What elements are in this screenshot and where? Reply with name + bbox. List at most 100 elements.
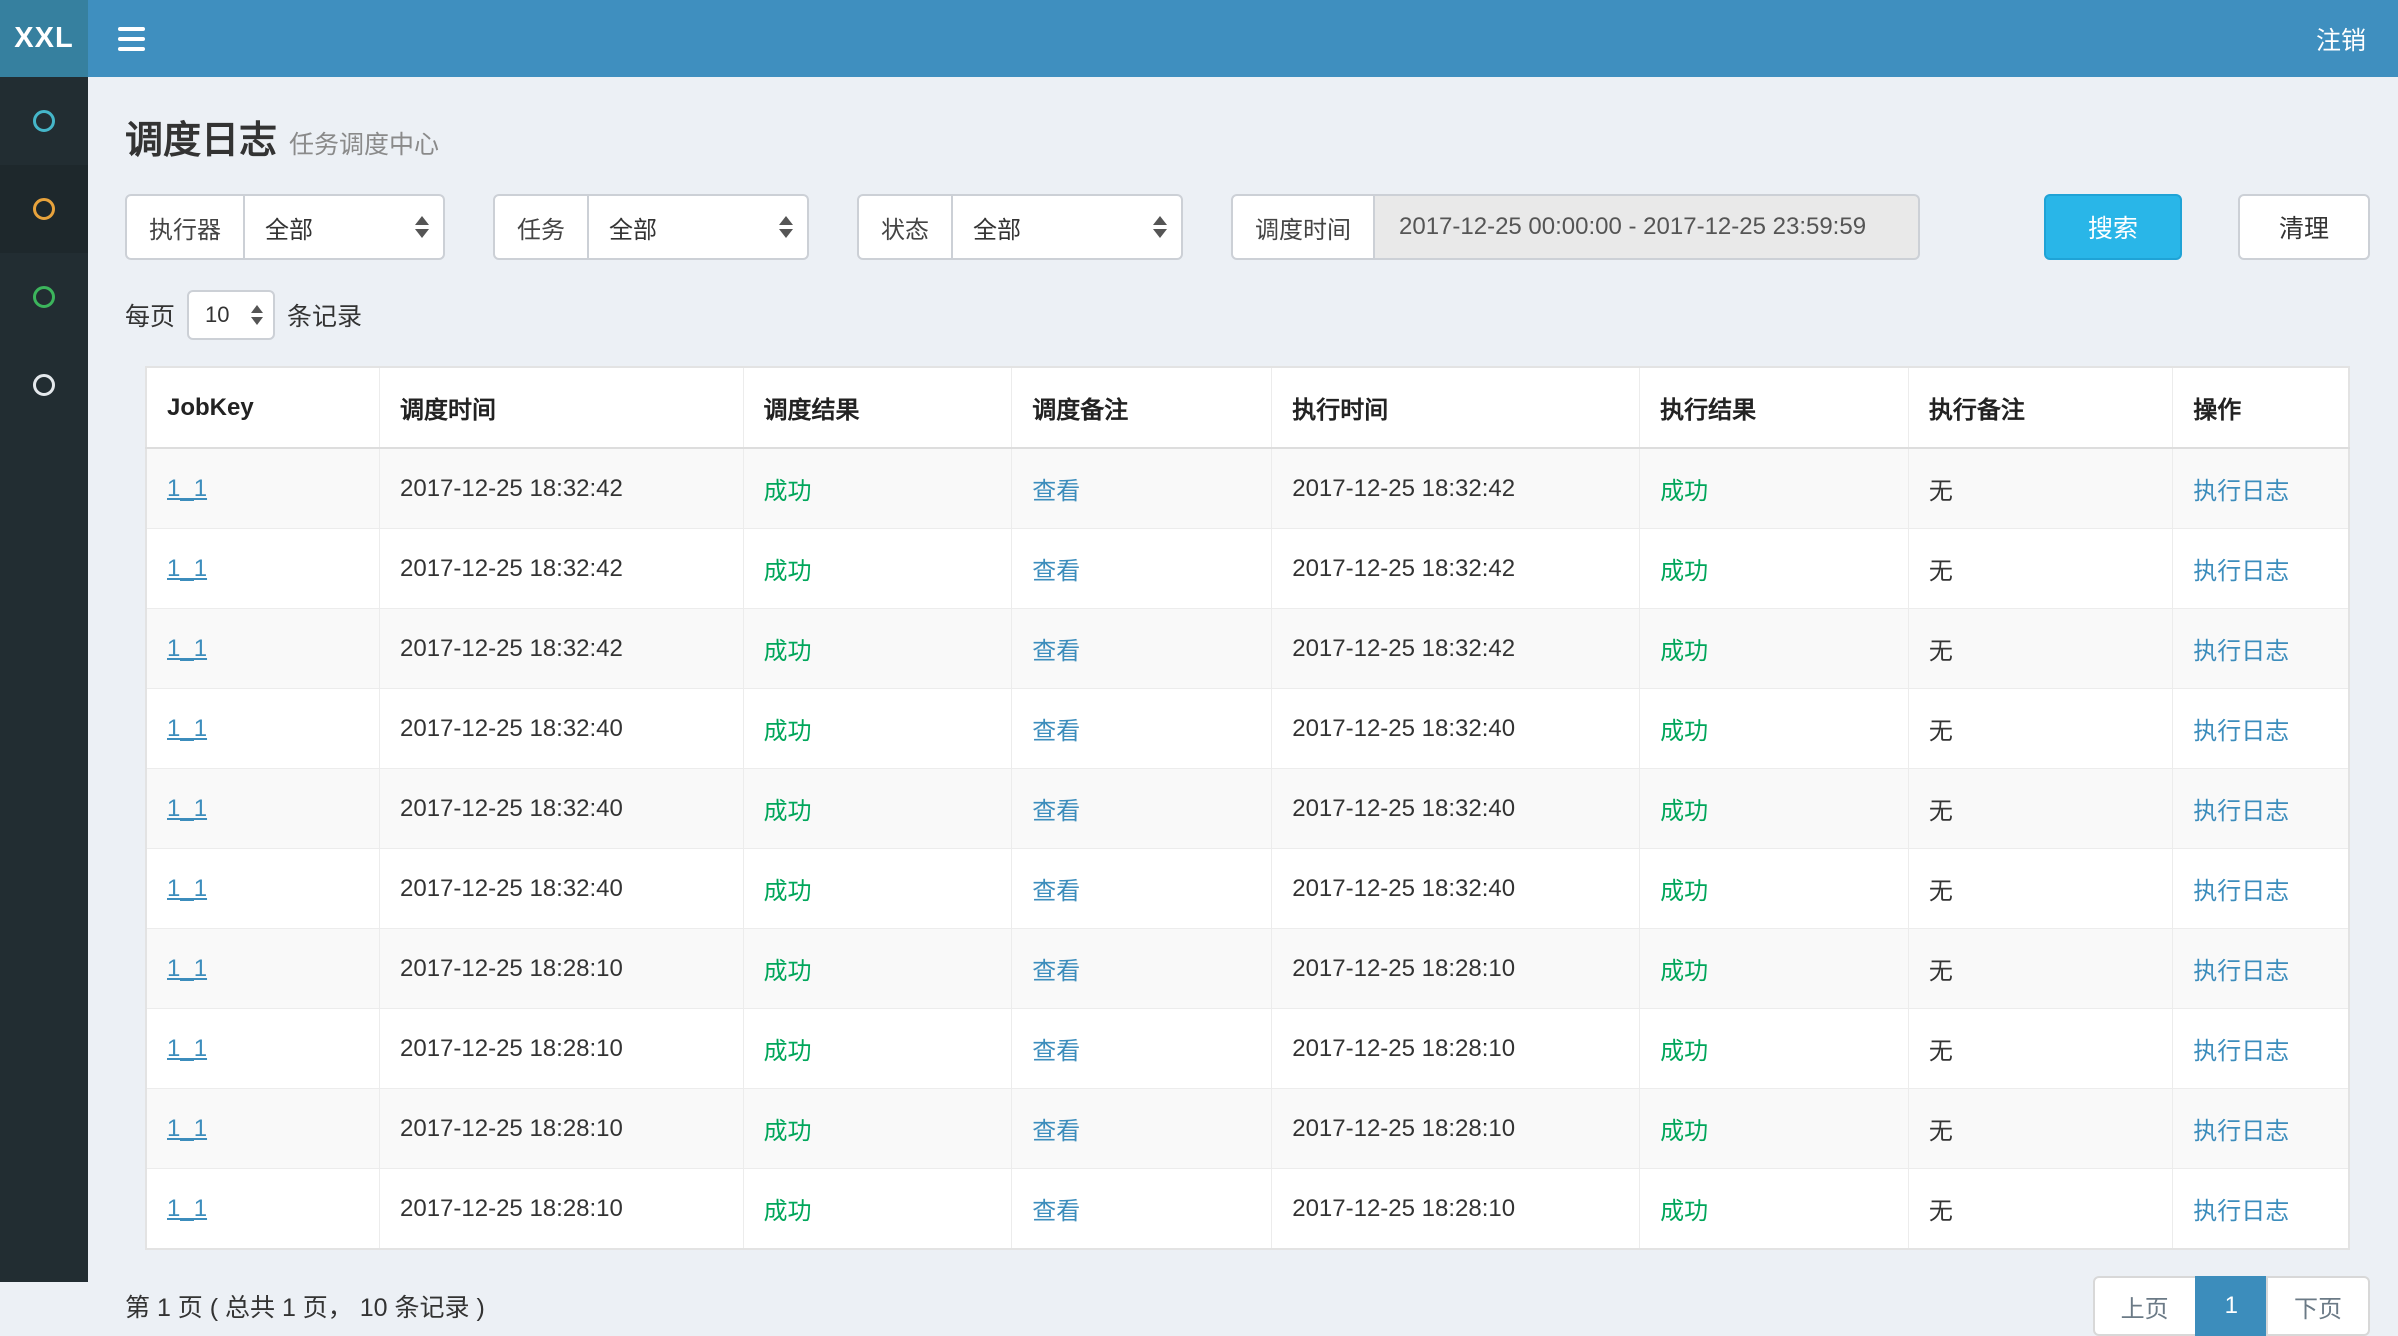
exec-remark-cell: 无 <box>1929 1118 1953 1145</box>
next-page-button[interactable]: 下页 <box>2266 1276 2370 1336</box>
logout-link[interactable]: 注销 <box>2284 0 2398 77</box>
hamburger-bar <box>118 37 145 41</box>
clear-button[interactable]: 清理 <box>2238 194 2370 260</box>
column-header-sched-time: 调度时间 <box>380 367 743 448</box>
job-select-value: 全部 <box>609 210 657 245</box>
jobkey-link[interactable]: 1_1 <box>167 475 207 502</box>
sched-remark-link[interactable]: 查看 <box>1032 638 1080 665</box>
sched-remark-link[interactable]: 查看 <box>1032 718 1080 745</box>
exec-time-cell: 2017-12-25 18:28:10 <box>1292 1035 1515 1062</box>
sched-result-cell: 成功 <box>764 1118 812 1145</box>
sidebar-item[interactable] <box>0 253 88 341</box>
jobkey-link[interactable]: 1_1 <box>167 715 207 742</box>
exec-log-link[interactable]: 执行日志 <box>2193 638 2289 665</box>
sched-remark-link[interactable]: 查看 <box>1032 558 1080 585</box>
column-header-jobkey: JobKey <box>146 367 380 448</box>
sched-result-cell: 成功 <box>764 878 812 905</box>
sched-result-cell: 成功 <box>764 478 812 505</box>
sched-remark-link[interactable]: 查看 <box>1032 1198 1080 1225</box>
table-row: 1_12017-12-25 18:28:10成功查看2017-12-25 18:… <box>146 1089 2349 1169</box>
column-header-exec-remark: 执行备注 <box>1908 367 2172 448</box>
column-header-exec-time: 执行时间 <box>1272 367 1640 448</box>
exec-log-link[interactable]: 执行日志 <box>2193 878 2289 905</box>
exec-log-link[interactable]: 执行日志 <box>2193 798 2289 825</box>
jobkey-link[interactable]: 1_1 <box>167 1035 207 1062</box>
circle-outline-icon <box>33 110 55 132</box>
status-select-value: 全部 <box>973 210 1021 245</box>
prev-page-button[interactable]: 上页 <box>2093 1276 2197 1336</box>
sidebar-item[interactable] <box>0 341 88 429</box>
exec-remark-cell: 无 <box>1929 878 1953 905</box>
jobkey-link[interactable]: 1_1 <box>167 955 207 982</box>
status-select[interactable]: 全部 <box>953 194 1183 260</box>
exec-log-link[interactable]: 执行日志 <box>2193 718 2289 745</box>
page-size-row: 每页 10 条记录 <box>125 290 2370 340</box>
app-logo[interactable]: XXL <box>0 0 88 77</box>
exec-time-cell: 2017-12-25 18:32:40 <box>1292 715 1515 742</box>
exec-log-link[interactable]: 执行日志 <box>2193 478 2289 505</box>
jobkey-link[interactable]: 1_1 <box>167 795 207 822</box>
time-filter-group: 调度时间 2017-12-25 00:00:00 - 2017-12-25 23… <box>1231 194 1920 260</box>
sched-remark-link[interactable]: 查看 <box>1032 798 1080 825</box>
status-filter-label: 状态 <box>857 194 953 260</box>
exec-result-cell: 成功 <box>1660 878 1708 905</box>
exec-log-link[interactable]: 执行日志 <box>2193 1198 2289 1225</box>
circle-outline-icon <box>33 374 55 396</box>
hamburger-menu-icon[interactable] <box>88 0 175 77</box>
sched-time-cell: 2017-12-25 18:32:40 <box>400 875 623 902</box>
table-row: 1_1 2017-12-25 18:32:40 成功 查看 2017-12-25 18:… <box>146 849 2349 929</box>
jobkey-link[interactable]: 1_1 <box>167 555 207 582</box>
job-filter-label: 任务 <box>493 194 589 260</box>
sched-time-cell: 2017-12-25 18:28:10 <box>400 1115 623 1142</box>
circle-outline-icon <box>33 198 55 220</box>
sched-time-cell: 2017-12-25 18:28:10 <box>400 955 623 982</box>
exec-log-link[interactable]: 执行日志 <box>2193 558 2289 585</box>
search-button[interactable]: 搜索 <box>2044 194 2182 260</box>
table-row: 1_12017-12-25 18:28:10成功查看2017-12-25 18:… <box>146 929 2349 1009</box>
exec-time-cell: 2017-12-25 18:32:42 <box>1292 475 1515 502</box>
hamburger-bar <box>118 47 145 51</box>
page-title: 调度日志任务调度中心 <box>125 109 2370 164</box>
exec-remark-cell: 无 <box>1929 798 1953 825</box>
sched-remark-link[interactable]: 查看 <box>1032 878 1080 905</box>
jobkey-link[interactable]: 1_1 <box>167 1195 207 1222</box>
sidebar-item[interactable] <box>0 165 88 253</box>
sched-remark-link[interactable]: 查看 <box>1032 1038 1080 1065</box>
status-filter-group: 状态 全部 <box>857 194 1183 260</box>
sched-time-cell: 2017-12-25 18:32:42 <box>400 475 623 502</box>
sched-remark-link[interactable]: 查看 <box>1032 478 1080 505</box>
exec-log-link[interactable]: 执行日志 <box>2193 958 2289 985</box>
current-page-button[interactable]: 1 <box>2195 1276 2268 1336</box>
exec-remark-cell: 无 <box>1929 718 1953 745</box>
column-header-sched-remark: 调度备注 <box>1012 367 1272 448</box>
jobkey-link[interactable]: 1_1 <box>167 1115 207 1142</box>
main-content: 调度日志任务调度中心 执行器 全部 任务 全部 状态 全部 调度时间 <box>88 77 2398 1336</box>
exec-remark-cell: 无 <box>1929 1038 1953 1065</box>
column-header-action: 操作 <box>2173 367 2349 448</box>
time-filter-label: 调度时间 <box>1231 194 1375 260</box>
page-size-value: 10 <box>205 302 229 328</box>
executor-select[interactable]: 全部 <box>245 194 445 260</box>
select-arrows-icon <box>251 305 263 325</box>
exec-result-cell: 成功 <box>1660 558 1708 585</box>
exec-remark-cell: 无 <box>1929 638 1953 665</box>
page-subtitle: 任务调度中心 <box>289 131 439 159</box>
column-header-sched-result: 调度结果 <box>743 367 1012 448</box>
exec-time-cell: 2017-12-25 18:32:40 <box>1292 875 1515 902</box>
exec-result-cell: 成功 <box>1660 1118 1708 1145</box>
jobkey-link[interactable]: 1_1 <box>167 875 207 902</box>
exec-remark-cell: 无 <box>1929 1198 1953 1225</box>
page-size-select[interactable]: 10 <box>187 290 275 340</box>
exec-result-cell: 成功 <box>1660 798 1708 825</box>
exec-log-link[interactable]: 执行日志 <box>2193 1038 2289 1065</box>
sched-remark-link[interactable]: 查看 <box>1032 958 1080 985</box>
sched-result-cell: 成功 <box>764 718 812 745</box>
sched-result-cell: 成功 <box>764 1198 812 1225</box>
sched-remark-link[interactable]: 查看 <box>1032 1118 1080 1145</box>
sidebar-item[interactable] <box>0 77 88 165</box>
jobkey-link[interactable]: 1_1 <box>167 635 207 662</box>
job-select[interactable]: 全部 <box>589 194 809 260</box>
time-range-input[interactable]: 2017-12-25 00:00:00 - 2017-12-25 23:59:5… <box>1375 194 1920 260</box>
exec-log-link[interactable]: 执行日志 <box>2193 1118 2289 1145</box>
table-row: 1_12017-12-25 18:28:10成功查看2017-12-25 18:… <box>146 1009 2349 1089</box>
